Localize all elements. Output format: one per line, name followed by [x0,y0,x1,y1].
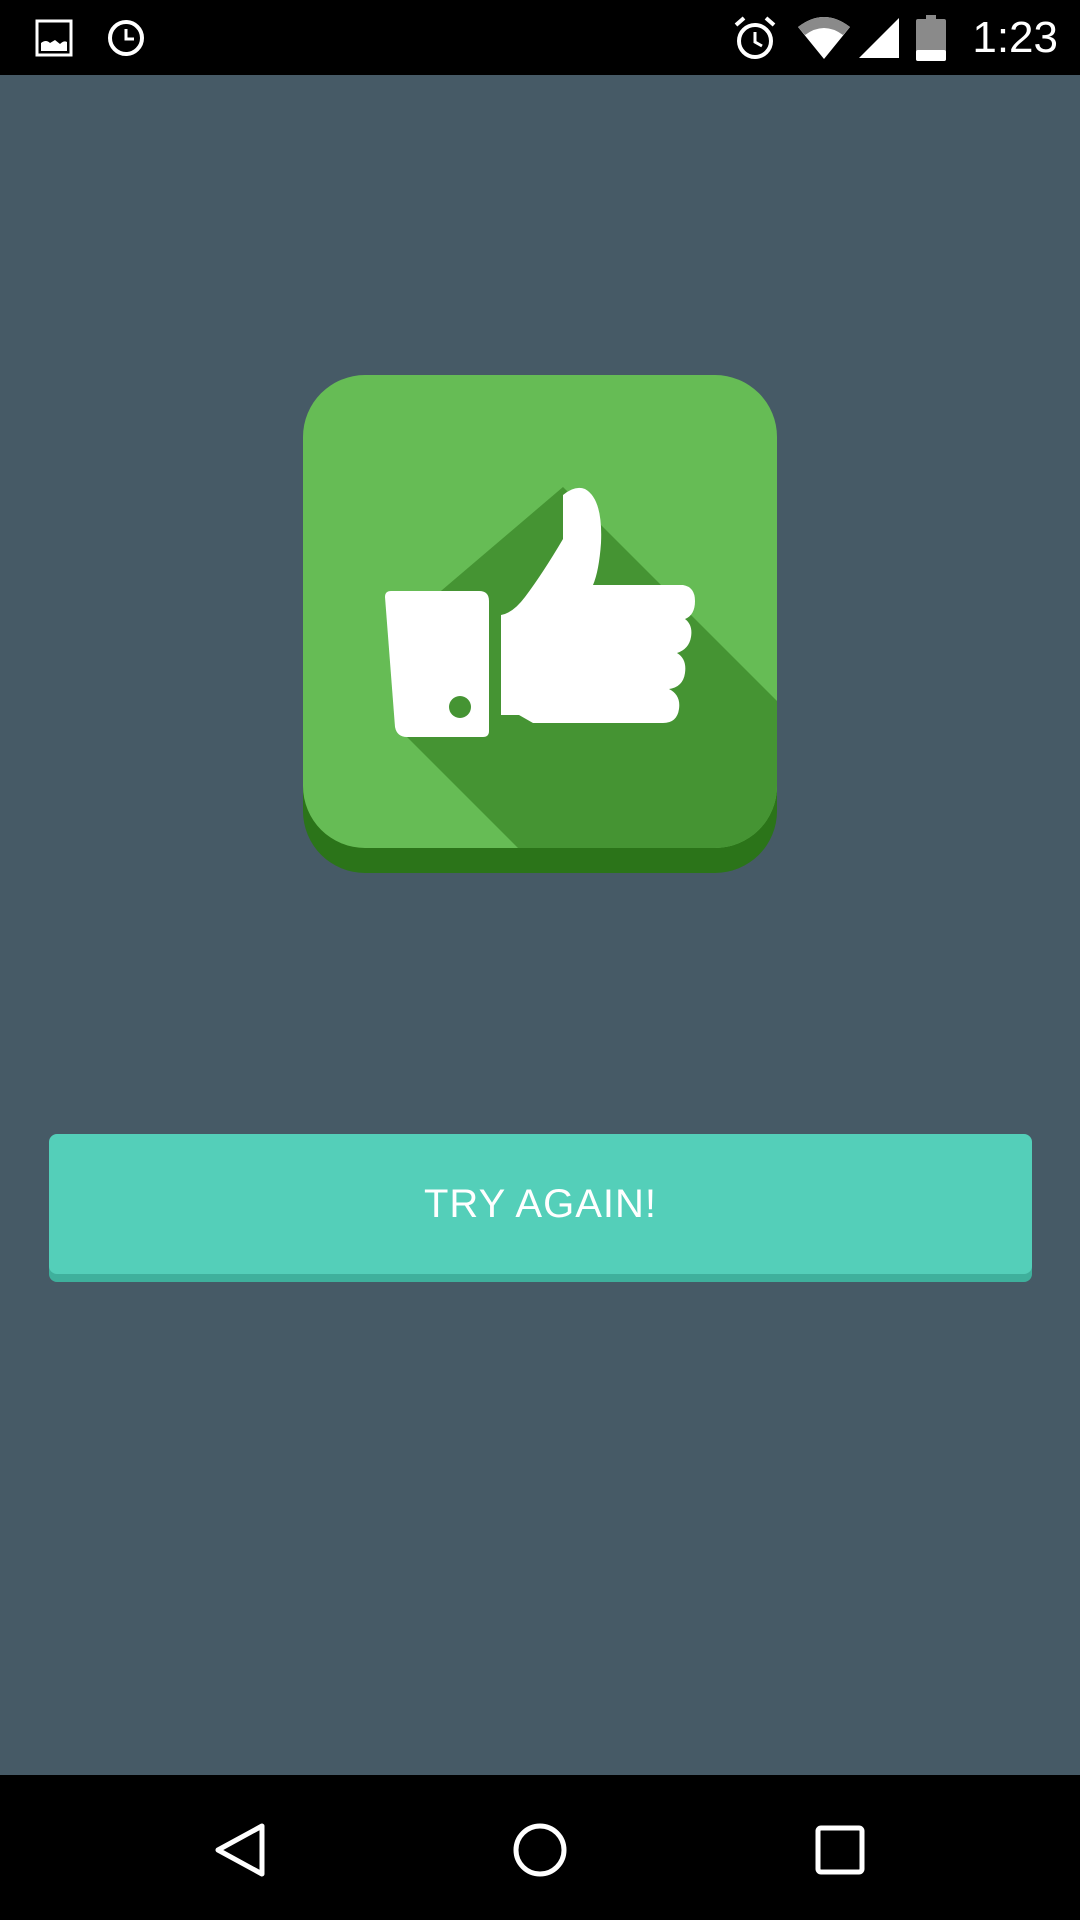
image-icon [30,14,78,62]
recents-icon[interactable] [790,1800,890,1900]
alarm-icon [731,14,779,62]
status-time: 1:23 [972,13,1058,62]
wifi-icon [796,14,852,62]
cell-signal-icon [855,14,903,62]
home-icon[interactable] [490,1800,590,1900]
clock-icon [102,14,150,62]
try-again-label: TRY AGAIN! [423,1181,658,1226]
result-badge [303,375,777,875]
navigation-bar [0,1775,1080,1920]
result-screen: TRY AGAIN! [0,75,1080,1775]
try-again-button[interactable]: TRY AGAIN! [49,1134,1032,1274]
battery-icon [913,14,949,62]
status-bar: 1:23 [0,0,1080,75]
back-icon[interactable] [190,1800,290,1900]
